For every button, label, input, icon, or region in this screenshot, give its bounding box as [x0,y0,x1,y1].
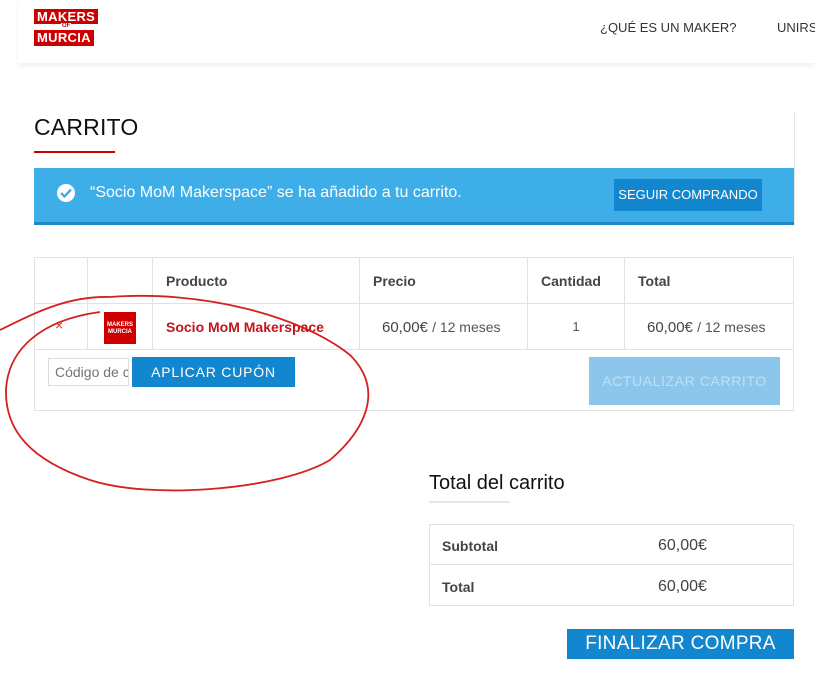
thumbnail-text: MAKERS MURCIA [106,322,133,335]
coupon-code-input[interactable] [48,358,129,386]
check-circle-icon [57,184,75,202]
line-total-amount: 60,00€ [647,319,693,336]
product-thumbnail[interactable]: MAKERS MURCIA [104,312,136,344]
total-value: 60,00€ [658,578,707,595]
table-row-quantity-cell: 1 [528,304,625,350]
header-product: Producto [153,258,360,304]
header-total: Total [625,258,793,304]
site-logo[interactable]: MAKERS OF MURCIA [34,9,100,49]
added-to-cart-notice: “Socio MoM Makerspace” se ha añadido a t… [34,168,794,225]
continue-shopping-button[interactable]: SEGUIR COMPRANDO [614,179,762,211]
nav-item-unirse[interactable]: UNIRS [777,20,815,35]
quantity-value[interactable]: 1 [528,319,624,334]
header-remove-col [35,258,88,304]
price-value: 60,00€ / 12 meses [382,319,501,336]
apply-coupon-button[interactable]: APLICAR CUPÓN [132,357,295,387]
page-title: CARRITO [34,114,139,140]
title-underline [34,151,115,153]
notice-message: “Socio MoM Makerspace” se ha añadido a t… [90,184,462,201]
table-row-remove-cell: × [35,304,88,350]
cart-totals-title: Total del carrito [429,472,565,494]
product-link[interactable]: Socio MoM Makerspace [166,319,324,335]
subtotal-row: Subtotal 60,00€ [430,525,793,565]
subtotal-label: Subtotal [442,538,498,554]
checkout-button[interactable]: FINALIZAR COMPRA [567,629,794,659]
update-cart-button[interactable]: ACTUALIZAR CARRITO [589,357,780,405]
cart-table: Producto Precio Cantidad Total × MAKERS … [34,257,794,411]
logo-text-makers: MAKERS [34,9,99,24]
logo-text-of: OF [61,23,72,29]
total-row: Total 60,00€ [430,566,793,606]
table-row-total-cell: 60,00€ / 12 meses [625,304,793,350]
totals-title-underline [429,501,510,503]
line-total-value: 60,00€ / 12 meses [647,319,766,336]
table-row-price-cell: 60,00€ / 12 meses [360,304,528,350]
logo-text-murcia: MURCIA [34,30,94,46]
table-row-product-cell: Socio MoM Makerspace [153,304,360,350]
header-thumb-col [88,258,153,304]
price-period: / 12 meses [432,319,501,335]
header-price: Precio [360,258,528,304]
total-label: Total [442,579,475,595]
subtotal-value: 60,00€ [658,537,707,554]
nav-item-que-es-un-maker[interactable]: ¿QUÉ ES UN MAKER? [600,20,737,35]
price-amount: 60,00€ [382,319,428,336]
line-total-period: / 12 meses [697,319,766,335]
header-quantity: Cantidad [528,258,625,304]
cart-totals-table: Subtotal 60,00€ Total 60,00€ [429,524,794,606]
content-divider [794,112,795,225]
table-row-thumb-cell: MAKERS MURCIA [88,304,153,350]
remove-item-icon[interactable]: × [55,317,63,333]
